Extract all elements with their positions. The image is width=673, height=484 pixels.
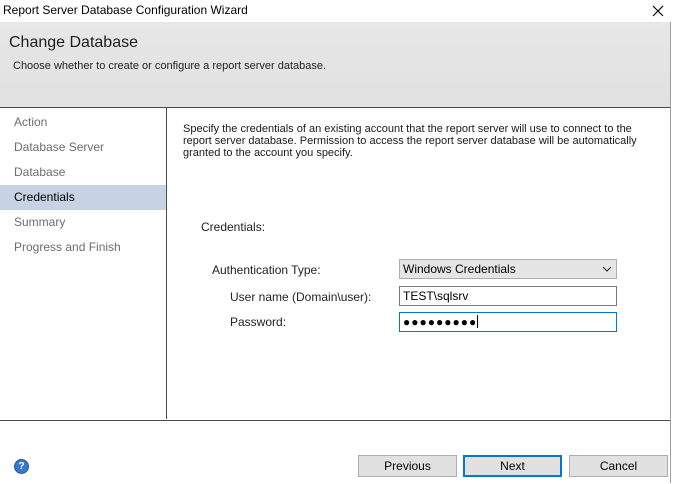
instructions-text: Specify the credentials of an existing a… xyxy=(183,123,637,159)
auth-type-label: Authentication Type: xyxy=(212,263,321,277)
username-value: TEST\sqlsrv xyxy=(403,289,469,303)
sidebar-item-credentials[interactable]: Credentials xyxy=(0,185,166,210)
sidebar-item-database[interactable]: Database xyxy=(0,160,166,185)
wizard-steps-sidebar: Action Database Server Database Credenti… xyxy=(0,108,167,419)
password-label: Password: xyxy=(230,315,287,329)
password-input[interactable]: ●●●●●●●●● xyxy=(399,312,617,332)
sidebar-item-database-server[interactable]: Database Server xyxy=(0,135,166,160)
wizard-footer: ? Previous Next Cancel xyxy=(0,420,670,484)
wizard-header: Change Database Choose whether to create… xyxy=(0,22,671,108)
close-icon xyxy=(652,5,664,17)
previous-button[interactable]: Previous xyxy=(358,455,457,477)
username-label: User name (Domain\user): xyxy=(230,290,372,304)
cancel-button[interactable]: Cancel xyxy=(569,455,668,477)
window-title: Report Server Database Configuration Wiz… xyxy=(3,3,248,17)
window-frame xyxy=(670,22,671,483)
credentials-heading: Credentials: xyxy=(201,220,266,234)
sidebar-item-progress-and-finish[interactable]: Progress and Finish xyxy=(0,235,166,260)
page-subtitle: Choose whether to create or configure a … xyxy=(13,60,327,72)
page-title: Change Database xyxy=(9,34,138,51)
close-button[interactable] xyxy=(643,0,673,22)
username-input[interactable]: TEST\sqlsrv xyxy=(399,286,617,306)
help-icon[interactable]: ? xyxy=(14,459,29,474)
main-content: Specify the credentials of an existing a… xyxy=(167,108,670,419)
chevron-down-icon xyxy=(602,266,612,272)
auth-type-select[interactable]: Windows Credentials xyxy=(399,259,617,279)
password-value: ●●●●●●●●● xyxy=(403,315,478,329)
title-bar: Report Server Database Configuration Wiz… xyxy=(0,0,673,22)
auth-type-value: Windows Credentials xyxy=(403,262,516,276)
text-caret xyxy=(477,315,479,328)
next-button[interactable]: Next xyxy=(463,455,562,477)
sidebar-item-summary[interactable]: Summary xyxy=(0,210,166,235)
sidebar-item-action[interactable]: Action xyxy=(0,110,166,135)
